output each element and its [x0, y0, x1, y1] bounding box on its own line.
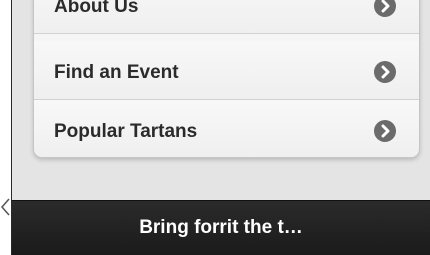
device-frame: About Us Find an Event Popular Tartans B… [0, 0, 430, 255]
chevron-right-circle-icon [374, 120, 396, 142]
bottom-bar[interactable]: Bring forrit the t… [12, 200, 430, 255]
chevron-right-circle-icon [374, 0, 396, 17]
menu-item-label: Find an Event [54, 62, 179, 83]
app-screen: About Us Find an Event Popular Tartans B… [12, 0, 430, 255]
menu-item-find-an-event[interactable]: Find an Event [34, 41, 419, 100]
menu-item-label: About Us [54, 0, 139, 17]
menu-item-about-us[interactable]: About Us [34, 0, 419, 34]
bottom-bar-title: Bring forrit the t… [139, 217, 303, 238]
menu-item-popular-tartans[interactable]: Popular Tartans [34, 100, 419, 157]
edge-arrow-icon [1, 198, 10, 216]
menu-list: About Us Find an Event Popular Tartans [33, 0, 420, 158]
chevron-right-circle-icon [374, 61, 396, 83]
menu-item-label: Popular Tartans [54, 121, 198, 142]
